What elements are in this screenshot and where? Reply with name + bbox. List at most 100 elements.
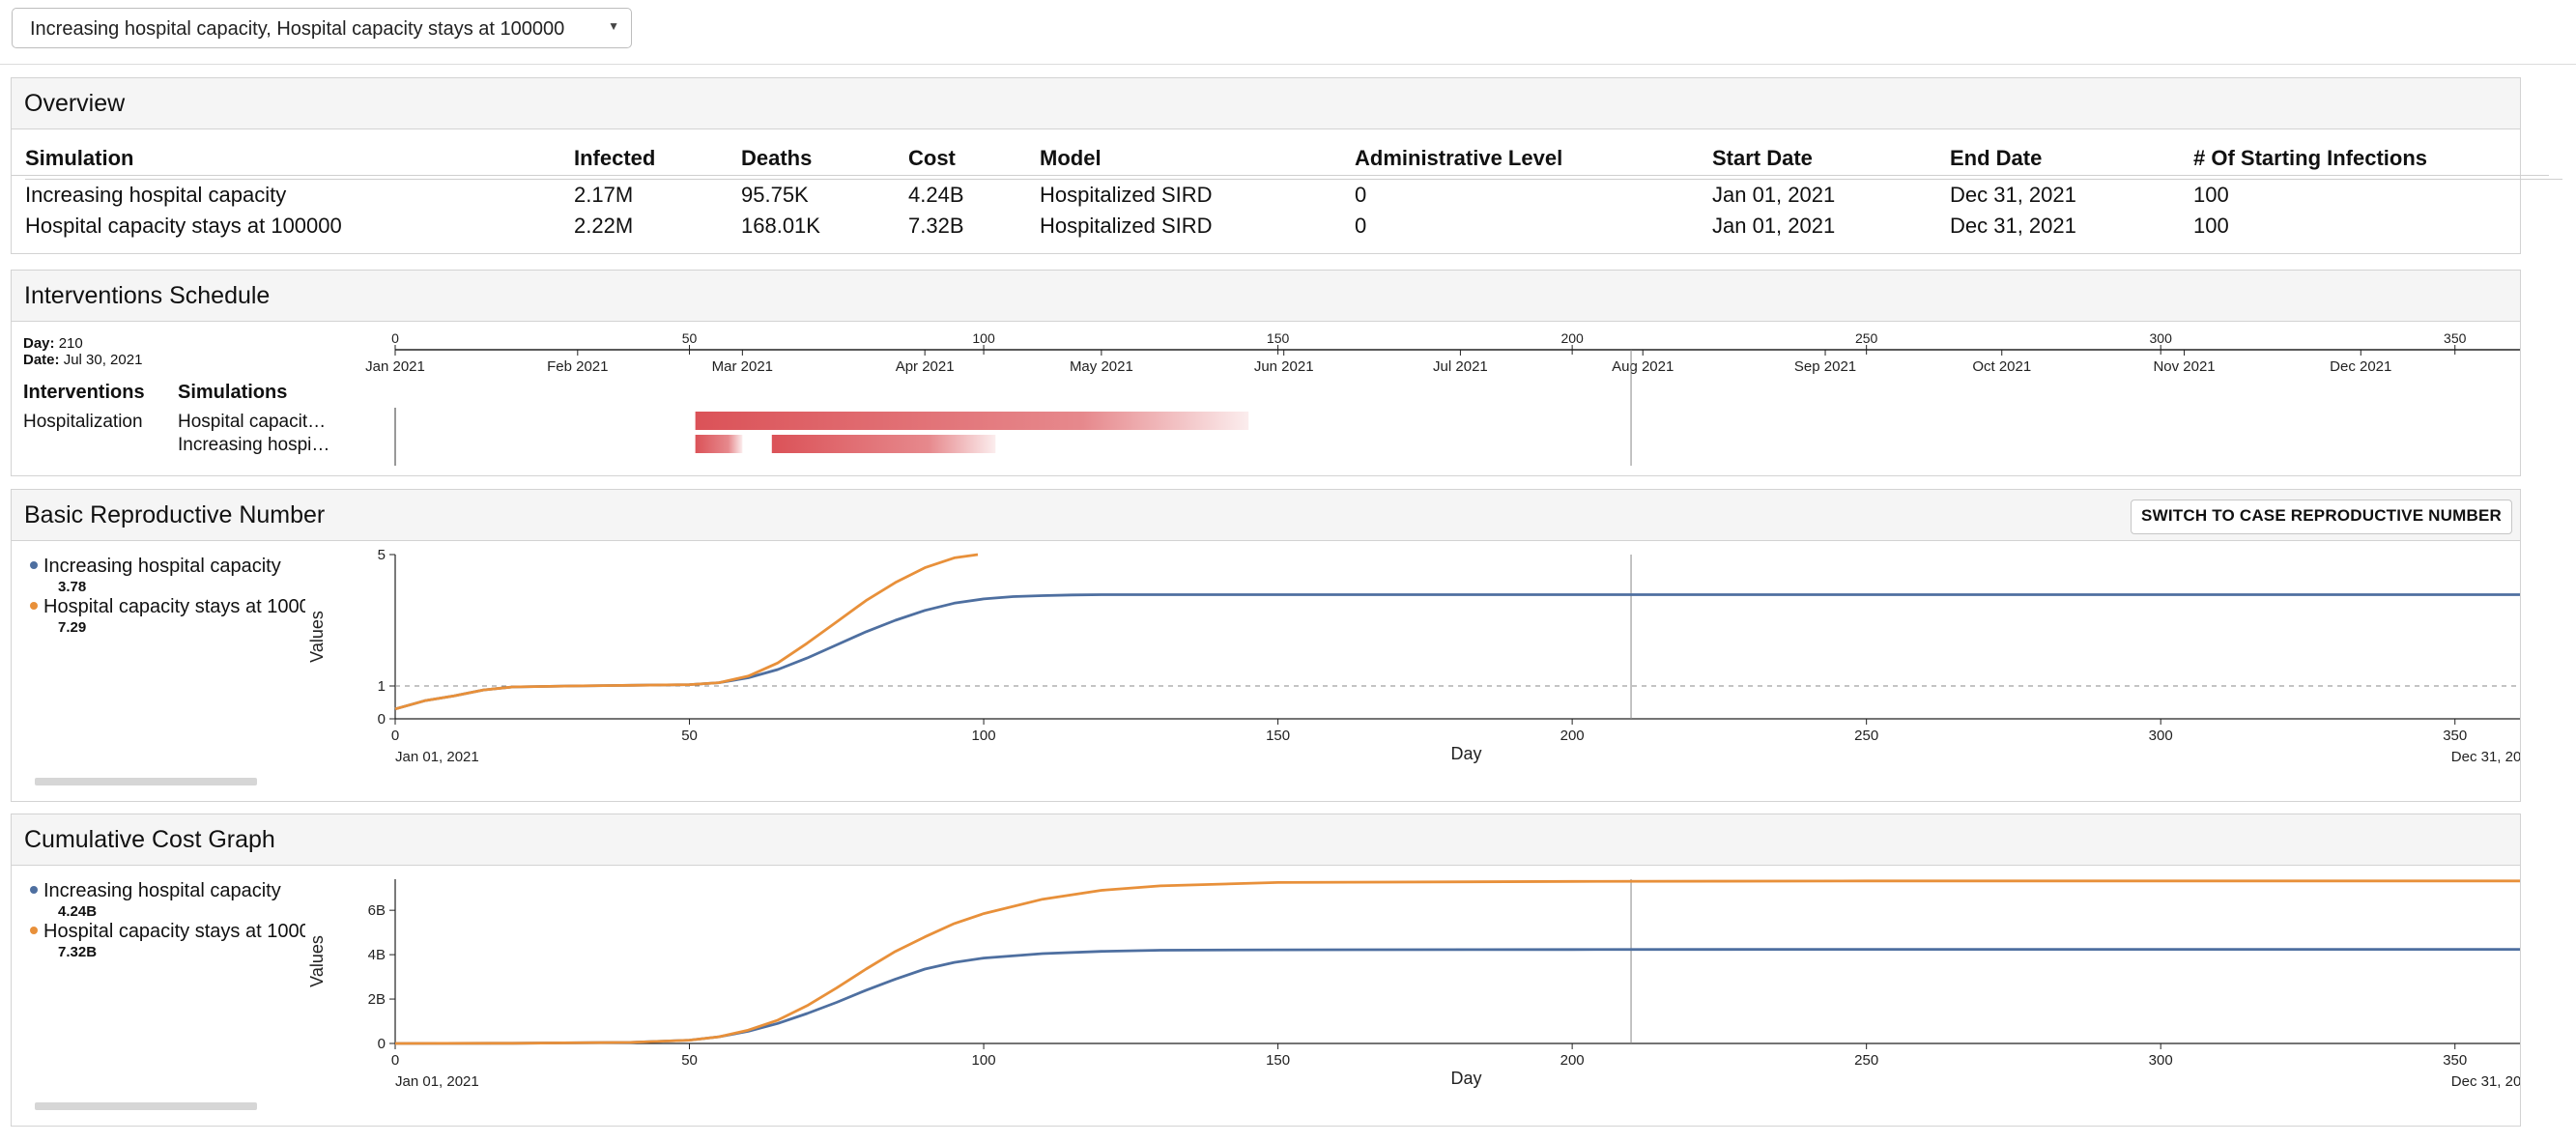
table-cell: Dec 31, 2021 (1950, 183, 2076, 207)
y-tick-label: 4B (368, 947, 386, 963)
timeline-day-tick-label: 250 (1855, 330, 1878, 346)
table-cell: 0 (1355, 183, 1367, 207)
timeline-day-tick-label: 50 (682, 330, 698, 346)
end-date-label: Dec 31, 2021 (2451, 749, 2520, 765)
x-tick-label: 0 (391, 728, 399, 744)
y-tick-label: 6B (368, 902, 386, 919)
switch-case-reproductive-button[interactable]: SWITCH TO CASE REPRODUCTIVE NUMBER (2131, 500, 2512, 534)
intervention-bar (771, 435, 996, 453)
table-cell: 2.22M (574, 214, 634, 238)
x-tick-label: 100 (972, 1052, 996, 1069)
x-axis-label: Day (1450, 1069, 1481, 1088)
timeline-month-label: Aug 2021 (1612, 358, 1674, 375)
end-date-label: Dec 31, 2021 (2451, 1073, 2520, 1090)
x-tick-label: 200 (1560, 1052, 1585, 1069)
cumulative-cost-panel: Cumulative Cost Graph Increasing hospita… (11, 814, 2521, 1127)
timeline-month-label: Feb 2021 (547, 358, 608, 375)
reproductive-number-title: Basic Reproductive Number SWITCH TO CASE… (12, 490, 2520, 541)
x-tick-label: 0 (391, 1052, 399, 1069)
y-tick-label: 5 (378, 547, 386, 563)
timeline-month-label: Jul 2021 (1433, 358, 1488, 375)
column-header: Administrative Level (1355, 146, 1563, 170)
x-axis-label: Day (1450, 744, 1481, 763)
y-axis-label: Values (307, 935, 327, 987)
y-tick-label: 0 (378, 1036, 386, 1052)
column-header: Simulation (25, 146, 134, 170)
x-tick-label: 300 (2149, 1052, 2173, 1069)
x-tick-label: 150 (1266, 728, 1290, 744)
intervention-timeline[interactable]: 0 50 100 150 200 250 300 350 Jan 2021 Feb 2021 Mar… (12, 321, 2520, 475)
timeline-month-label: Jan 2021 (365, 358, 425, 375)
table-cell: Hospitalized SIRD (1040, 214, 1213, 238)
reproductive-number-chart[interactable]: 0150 50 100 150 200 250 300 350Jan 01, 2021 Dec … (12, 540, 2520, 801)
x-tick-label: 350 (2443, 728, 2467, 744)
x-tick-label: 250 (1854, 728, 1878, 744)
timeline-month-label: Dec 2021 (2330, 358, 2391, 375)
start-date-label: Jan 01, 2021 (395, 1073, 479, 1090)
table-cell: Hospital capacity stays at 100000 (25, 214, 342, 238)
table-cell: Increasing hospital capacity (25, 183, 287, 207)
table-cell: 4.24B (908, 183, 964, 207)
timeline-month-label: Oct 2021 (1972, 358, 2031, 375)
y-tick-label: 0 (378, 711, 386, 728)
timeline-day-tick-label: 0 (391, 330, 399, 346)
column-header: Infected (574, 146, 656, 170)
x-tick-label: 150 (1266, 1052, 1290, 1069)
overview-title: Overview (12, 78, 2520, 129)
interventions-panel: Interventions Schedule Day: 210 Date: Ju… (11, 270, 2521, 476)
timeline-day-tick-label: 100 (972, 330, 995, 346)
start-date-label: Jan 01, 2021 (395, 749, 479, 765)
table-cell: 95.75K (741, 183, 809, 207)
simulation-select[interactable]: Increasing hospital capacity, Hospital c… (12, 8, 632, 48)
x-tick-label: 350 (2443, 1052, 2467, 1069)
timeline-month-label: Sep 2021 (1794, 358, 1856, 375)
timeline-day-tick-label: 200 (1560, 330, 1584, 346)
timeline-day-tick-label: 300 (2150, 330, 2173, 346)
table-cell: Jan 01, 2021 (1712, 214, 1836, 238)
table-row[interactable]: Hospital capacity stays at 100000 2.22M 16… (12, 214, 2549, 243)
header-divider (25, 179, 2562, 180)
x-tick-label: 300 (2149, 728, 2173, 744)
table-cell: 100 (2193, 183, 2229, 207)
intervention-bar (695, 412, 1249, 430)
y-axis-label: Values (307, 611, 327, 663)
timeline-month-label: Mar 2021 (712, 358, 773, 375)
simulation-select-value: Increasing hospital capacity, Hospital c… (30, 18, 565, 40)
y-tick-label: 1 (378, 678, 386, 695)
column-header: Model (1040, 146, 1102, 170)
column-header: Deaths (741, 146, 813, 170)
timeline-day-tick-label: 350 (2444, 330, 2467, 346)
table-cell: 0 (1355, 214, 1367, 238)
column-header: Cost (908, 146, 956, 170)
cumulative-cost-chart[interactable]: 0 2B 4B 6B 0 50 100 150 200 250 300 350 Jan 01, 2021… (12, 865, 2520, 1126)
table-cell: Hospitalized SIRD (1040, 183, 1213, 207)
x-tick-label: 250 (1854, 1052, 1878, 1069)
table-cell: 100 (2193, 214, 2229, 238)
x-tick-label: 50 (681, 1052, 698, 1069)
timeline-month-label: Jun 2021 (1254, 358, 1314, 375)
reproductive-number-panel: Basic Reproductive Number SWITCH TO CASE… (11, 489, 2521, 802)
overview-header-row: Simulation Infected Deaths Cost Model Adminis… (12, 146, 2549, 176)
column-header: Start Date (1712, 146, 1813, 170)
table-cell: Jan 01, 2021 (1712, 183, 1836, 207)
series-line (394, 948, 2520, 1045)
x-tick-label: 50 (681, 728, 698, 744)
timeline-month-label: Nov 2021 (2153, 358, 2215, 375)
series-line (394, 879, 2520, 1045)
column-header: # Of Starting Infections (2193, 146, 2428, 170)
timeline-month-label: Apr 2021 (896, 358, 955, 375)
overview-panel: Overview Simulation Infected Deaths Cost Mod… (11, 77, 2562, 254)
table-row[interactable]: Increasing hospital capacity 2.17M 95.75K 4… (12, 183, 2549, 212)
table-cell: 2.17M (574, 183, 634, 207)
top-bar: Increasing hospital capacity, Hospital c… (0, 0, 2576, 65)
x-tick-label: 100 (972, 728, 996, 744)
cumulative-cost-title: Cumulative Cost Graph (12, 814, 2520, 866)
timeline-day-tick-label: 150 (1267, 330, 1290, 346)
table-cell: 7.32B (908, 214, 964, 238)
column-header: End Date (1950, 146, 2043, 170)
x-tick-label: 200 (1560, 728, 1585, 744)
series-line (394, 593, 2520, 711)
table-cell: Dec 31, 2021 (1950, 214, 2076, 238)
y-tick-label: 2B (368, 991, 386, 1008)
chevron-down-icon: ▼ (608, 19, 619, 33)
